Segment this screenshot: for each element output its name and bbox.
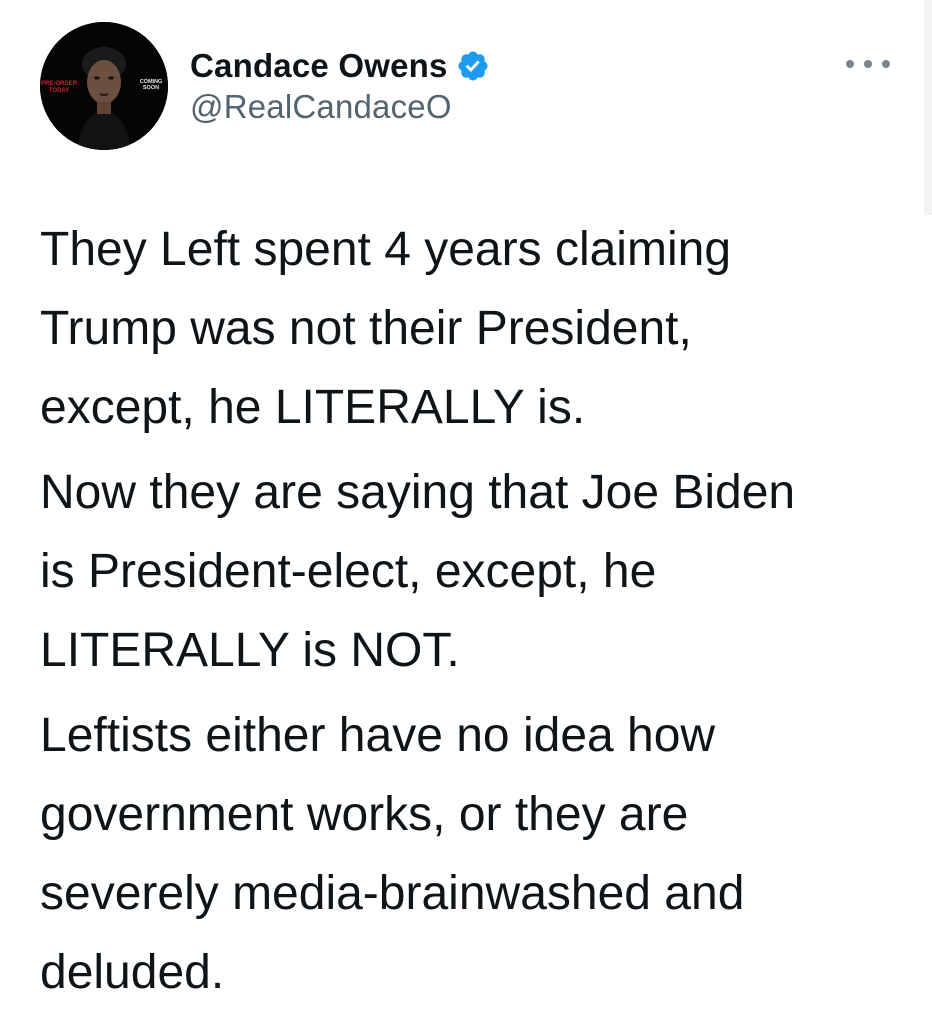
tweet: PRE-ORDER TODAY COMING SOON Candace Owen… [0,0,932,1024]
verified-badge-icon [458,51,488,81]
avatar-image: PRE-ORDER TODAY COMING SOON [40,22,168,150]
avatar[interactable]: PRE-ORDER TODAY COMING SOON [40,22,168,150]
tweet-paragraph: Leftists either have no idea how governm… [40,709,745,999]
more-options-icon[interactable] [846,52,890,76]
more-dot [846,60,854,68]
scrollbar-track[interactable] [924,0,932,215]
more-dot [882,60,890,68]
tweet-paragraph: Now they are saying that Joe Biden is Pr… [40,466,796,677]
tweet-paragraph: They Left spent 4 years claiming Trump w… [40,223,732,434]
avatar-text-left: PRE-ORDER [41,81,78,87]
author-name-row[interactable]: Candace Owens [190,44,490,88]
tweet-text: They Left spent 4 years claiming Trump w… [40,210,900,1018]
more-dot [864,60,872,68]
author-handle[interactable]: @RealCandaceO [190,88,452,126]
author-display-name[interactable]: Candace Owens [190,47,448,85]
svg-text:SOON: SOON [143,85,159,91]
svg-text:TODAY: TODAY [49,88,69,94]
